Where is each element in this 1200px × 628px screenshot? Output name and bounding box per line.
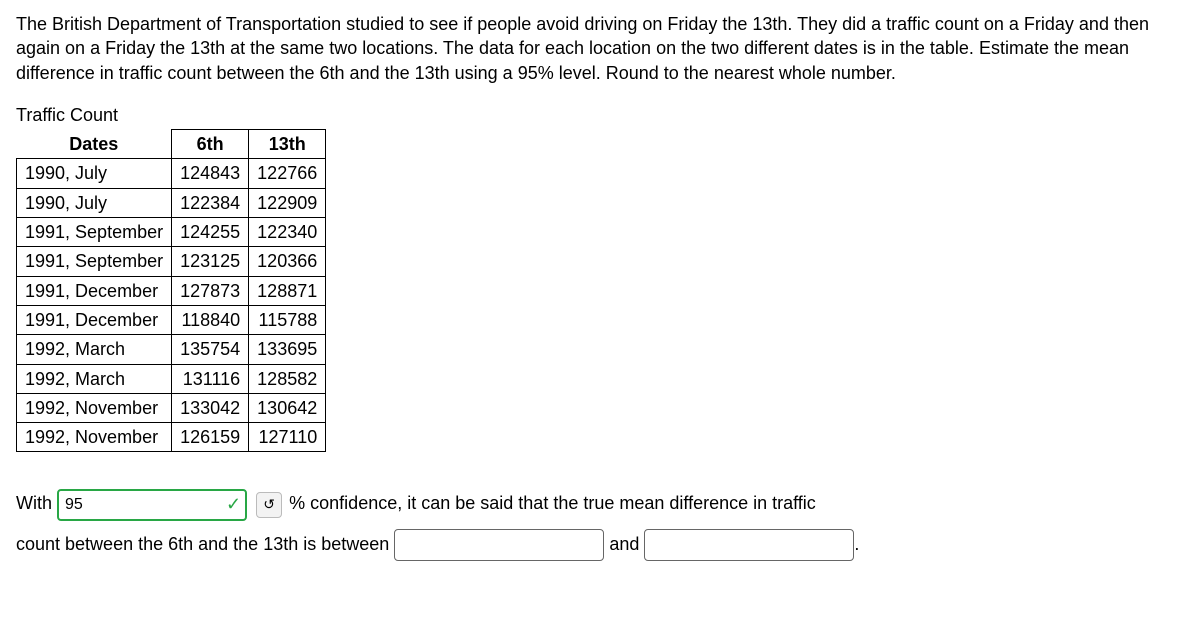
header-dates: Dates bbox=[17, 130, 172, 159]
text-between: count between the 6th and the 13th is be… bbox=[16, 534, 389, 554]
traffic-table: Dates 6th 13th 1990, July 124843 122766 … bbox=[16, 129, 326, 452]
cell-6th: 131116 bbox=[172, 364, 249, 393]
cell-date: 1991, December bbox=[17, 305, 172, 334]
cell-6th: 122384 bbox=[172, 188, 249, 217]
cell-date: 1992, March bbox=[17, 364, 172, 393]
checkmark-icon: ✓ bbox=[226, 494, 241, 514]
reset-icon: ↺ bbox=[263, 496, 275, 513]
table-row: 1991, September 124255 122340 bbox=[17, 218, 326, 247]
cell-6th: 126159 bbox=[172, 423, 249, 452]
cell-13th: 133695 bbox=[249, 335, 326, 364]
cell-date: 1992, November bbox=[17, 393, 172, 422]
problem-statement: The British Department of Transportation… bbox=[16, 12, 1184, 85]
table-row: 1991, December 118840 115788 bbox=[17, 305, 326, 334]
cell-13th: 122909 bbox=[249, 188, 326, 217]
cell-6th: 124843 bbox=[172, 159, 249, 188]
table-row: 1992, March 135754 133695 bbox=[17, 335, 326, 364]
cell-date: 1991, December bbox=[17, 276, 172, 305]
cell-6th: 118840 bbox=[172, 305, 249, 334]
table-row: 1990, July 122384 122909 bbox=[17, 188, 326, 217]
cell-13th: 115788 bbox=[249, 305, 326, 334]
cell-date: 1990, July bbox=[17, 188, 172, 217]
cell-date: 1992, November bbox=[17, 423, 172, 452]
cell-date: 1991, September bbox=[17, 218, 172, 247]
cell-13th: 128871 bbox=[249, 276, 326, 305]
cell-6th: 135754 bbox=[172, 335, 249, 364]
table-row: 1992, November 133042 130642 bbox=[17, 393, 326, 422]
table-row: 1992, March 131116 128582 bbox=[17, 364, 326, 393]
cell-13th: 122766 bbox=[249, 159, 326, 188]
cell-6th: 127873 bbox=[172, 276, 249, 305]
text-pct-confidence: % confidence, it can be said that the tr… bbox=[289, 493, 816, 513]
table-row: 1991, December 127873 128871 bbox=[17, 276, 326, 305]
cell-13th: 130642 bbox=[249, 393, 326, 422]
header-6th: 6th bbox=[172, 130, 249, 159]
text-and: and bbox=[609, 534, 639, 554]
text-period: . bbox=[854, 534, 859, 554]
text-with: With bbox=[16, 493, 52, 513]
lower-bound-input[interactable] bbox=[394, 529, 604, 561]
answer-sentence: With ✓ ↺ % confidence, it can be said th… bbox=[16, 484, 1184, 564]
cell-13th: 128582 bbox=[249, 364, 326, 393]
table-row: 1990, July 124843 122766 bbox=[17, 159, 326, 188]
cell-13th: 127110 bbox=[249, 423, 326, 452]
table-row: 1992, November 126159 127110 bbox=[17, 423, 326, 452]
table-row: 1991, September 123125 120366 bbox=[17, 247, 326, 276]
cell-13th: 122340 bbox=[249, 218, 326, 247]
cell-6th: 124255 bbox=[172, 218, 249, 247]
cell-6th: 133042 bbox=[172, 393, 249, 422]
reset-button[interactable]: ↺ bbox=[256, 492, 282, 518]
header-13th: 13th bbox=[249, 130, 326, 159]
confidence-input[interactable] bbox=[57, 489, 247, 521]
cell-13th: 120366 bbox=[249, 247, 326, 276]
cell-date: 1990, July bbox=[17, 159, 172, 188]
table-title: Traffic Count bbox=[16, 103, 1184, 127]
cell-date: 1991, September bbox=[17, 247, 172, 276]
table-header-row: Dates 6th 13th bbox=[17, 130, 326, 159]
upper-bound-input[interactable] bbox=[644, 529, 854, 561]
cell-6th: 123125 bbox=[172, 247, 249, 276]
cell-date: 1992, March bbox=[17, 335, 172, 364]
